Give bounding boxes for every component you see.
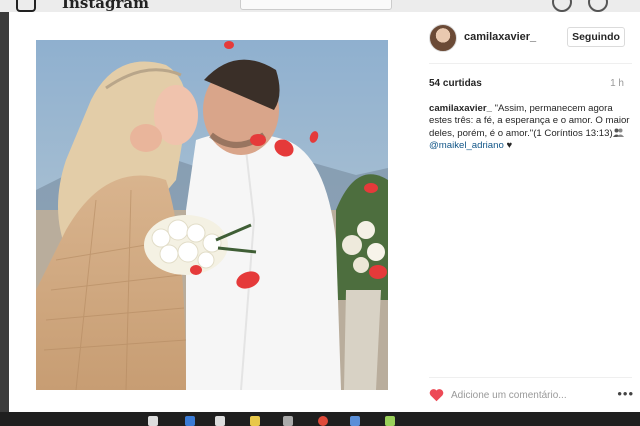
comment-divider — [429, 377, 632, 378]
caption-username-link[interactable]: camilaxavier_ — [429, 103, 492, 114]
caption-heart: ♥ — [503, 140, 513, 152]
post-header: camilaxavier_ Seguindo — [417, 22, 640, 62]
taskbar — [0, 412, 640, 426]
header-divider — [429, 63, 632, 64]
avatar[interactable] — [429, 24, 457, 52]
post-sidebar: camilaxavier_ Seguindo 54 curtidas 1 h c… — [417, 12, 640, 412]
wedding-kiss-photo — [36, 40, 388, 390]
post-modal: camilaxavier_ Seguindo 54 curtidas 1 h c… — [9, 12, 640, 412]
mention-link[interactable]: @maikel_adriano — [429, 140, 504, 151]
explore-icon[interactable] — [552, 0, 572, 12]
search-input[interactable] — [240, 0, 392, 10]
taskbar-app-icon[interactable] — [148, 416, 158, 426]
comment-input[interactable] — [451, 386, 601, 404]
people-icon — [612, 128, 624, 137]
activity-icon[interactable] — [588, 0, 608, 12]
instagram-header: Instagram — [0, 0, 640, 12]
taskbar-app-icon[interactable] — [185, 416, 195, 426]
post-caption: camilaxavier_ "Assim, permanecem agora e… — [429, 103, 632, 153]
taskbar-app-icon[interactable] — [250, 416, 260, 426]
comment-bar: ••• — [429, 384, 634, 406]
post-time[interactable]: 1 h — [610, 78, 624, 89]
taskbar-app-icon[interactable] — [283, 416, 293, 426]
taskbar-browser-icon[interactable] — [318, 416, 328, 426]
following-button[interactable]: Seguindo — [567, 27, 625, 47]
taskbar-app-icon[interactable] — [215, 416, 225, 426]
heart-icon[interactable] — [429, 388, 444, 402]
post-photo[interactable] — [36, 40, 388, 390]
username-link[interactable]: camilaxavier_ — [464, 31, 536, 43]
likes-count[interactable]: 54 curtidas — [429, 78, 482, 89]
instagram-camera-icon[interactable] — [16, 0, 36, 12]
instagram-wordmark[interactable]: Instagram — [62, 0, 149, 12]
taskbar-app-icon[interactable] — [385, 416, 395, 426]
taskbar-app-icon[interactable] — [350, 416, 360, 426]
more-options-icon[interactable]: ••• — [617, 387, 634, 400]
